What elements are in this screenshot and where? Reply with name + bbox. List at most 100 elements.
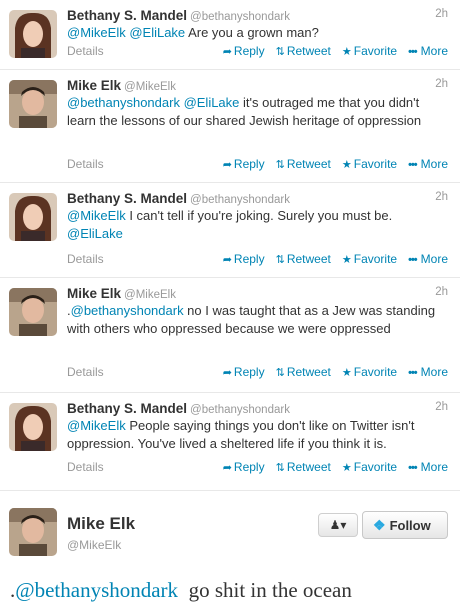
profile-header: Mike Elk @MikeElk ♟▾ ❖ Follow .@bethanysh… <box>0 496 460 608</box>
more-button[interactable]: ••• More <box>408 365 448 379</box>
tweet-header: Mike Elk @MikeElk 2h <box>67 77 448 95</box>
favorite-button[interactable]: ★ Favorite <box>342 157 397 171</box>
tweet-header: Bethany S. Mandel @bethanyshondark 2h <box>67 190 448 208</box>
mention-link[interactable]: @MikeElk <box>67 208 126 223</box>
retweet-button[interactable]: ⇅ Retweet <box>276 365 331 379</box>
author-name[interactable]: Mike Elk <box>67 78 121 93</box>
details-link[interactable]: Details <box>67 365 104 379</box>
tweet-text-segment: Are you a grown man? <box>185 25 319 40</box>
tweet-text-segment: I can't tell if you're joking. Surely yo… <box>125 208 393 223</box>
reply-label: Reply <box>233 460 265 474</box>
profile-name[interactable]: Mike Elk <box>67 514 135 534</box>
more-button[interactable]: ••• More <box>408 157 448 171</box>
mention-link[interactable]: @MikeElk <box>67 418 126 433</box>
tweet-timestamp[interactable]: 2h <box>435 191 448 203</box>
tweet-timestamp[interactable]: 2h <box>435 8 448 20</box>
reply-button[interactable]: ➦ Reply <box>223 252 265 266</box>
author-handle: @bethanyshondark <box>190 11 290 23</box>
follow-button[interactable]: ❖ Follow <box>362 511 448 539</box>
reply-arrow-icon: ➦ <box>222 254 232 266</box>
avatar[interactable] <box>9 80 57 128</box>
reply-button[interactable]: ➦ Reply <box>223 157 265 171</box>
main-tweet-text: .@bethanyshondark go shit in the ocean <box>10 578 455 603</box>
details-link[interactable]: Details <box>67 252 104 266</box>
more-label: More <box>420 44 448 58</box>
tweet-text: @MikeElk People saying things you don't … <box>67 417 448 452</box>
tweet[interactable]: Mike Elk @MikeElk 2h .@bethanyshondark no I… <box>0 278 460 393</box>
retweet-button[interactable]: ⇅ Retweet <box>276 460 331 474</box>
author-handle: @MikeElk <box>124 289 176 301</box>
details-link[interactable]: Details <box>67 460 104 474</box>
author-name[interactable]: Bethany S. Mandel <box>67 191 187 206</box>
profile-handle: @MikeElk <box>67 538 122 552</box>
avatar[interactable] <box>9 403 57 451</box>
retweet-icon: ⇅ <box>275 367 285 379</box>
reply-arrow-icon: ➦ <box>222 367 232 379</box>
tweet-footer: Details ➦ Reply ⇅ Retweet ★ Favorite ••• More <box>67 157 448 173</box>
reply-arrow-icon: ➦ <box>222 159 232 171</box>
retweet-button[interactable]: ⇅ Retweet <box>276 157 331 171</box>
mention-link[interactable]: @bethanyshondark <box>15 578 178 602</box>
twitter-bird-icon: ❖ <box>373 517 386 533</box>
tweet-footer: Details ➦ Reply ⇅ Retweet ★ Favorite ••• More <box>67 460 448 476</box>
reply-label: Reply <box>233 252 265 266</box>
retweet-button[interactable]: ⇅ Retweet <box>276 44 331 58</box>
retweet-label: Retweet <box>286 365 331 379</box>
tweet-timestamp[interactable]: 2h <box>435 401 448 413</box>
more-label: More <box>420 157 448 171</box>
reply-button[interactable]: ➦ Reply <box>223 44 265 58</box>
more-label: More <box>420 460 448 474</box>
favorite-button[interactable]: ★ Favorite <box>342 460 397 474</box>
author-name[interactable]: Bethany S. Mandel <box>67 8 187 23</box>
retweet-button[interactable]: ⇅ Retweet <box>276 252 331 266</box>
retweet-label: Retweet <box>286 252 331 266</box>
user-dropdown-button[interactable]: ♟▾ <box>318 513 358 537</box>
mention-link[interactable]: @bethanyshondark <box>67 95 180 110</box>
tweet-actions: ➦ Reply ⇅ Retweet ★ Favorite ••• More <box>212 252 448 266</box>
favorite-label: Favorite <box>353 157 398 171</box>
mention-link[interactable]: @EliLake <box>67 226 123 241</box>
retweet-icon: ⇅ <box>275 46 285 58</box>
mention-link[interactable]: @bethanyshondark <box>71 303 184 318</box>
avatar[interactable] <box>9 193 57 241</box>
avatar[interactable] <box>9 508 57 556</box>
tweet-timestamp[interactable]: 2h <box>435 286 448 298</box>
tweet[interactable]: Bethany S. Mandel @bethanyshondark 2h @Mike… <box>0 0 460 70</box>
more-dots-icon: ••• <box>408 254 418 266</box>
reply-button[interactable]: ➦ Reply <box>223 365 265 379</box>
tweet-footer: Details ➦ Reply ⇅ Retweet ★ Favorite ••• More <box>67 365 448 381</box>
author-name[interactable]: Mike Elk <box>67 286 121 301</box>
favorite-button[interactable]: ★ Favorite <box>342 44 397 58</box>
reply-label: Reply <box>233 157 265 171</box>
tweet-text: @MikeElk I can't tell if you're joking. … <box>67 207 448 242</box>
more-dots-icon: ••• <box>408 159 418 171</box>
author-name[interactable]: Bethany S. Mandel <box>67 401 187 416</box>
details-link[interactable]: Details <box>67 44 104 58</box>
reply-button[interactable]: ➦ Reply <box>223 460 265 474</box>
star-icon: ★ <box>341 254 352 266</box>
tweet[interactable]: Bethany S. Mandel @bethanyshondark 2h @Mike… <box>0 183 460 278</box>
tweet-header: Bethany S. Mandel @bethanyshondark 2h <box>67 7 448 25</box>
retweet-label: Retweet <box>286 460 331 474</box>
favorite-button[interactable]: ★ Favorite <box>342 365 397 379</box>
more-button[interactable]: ••• More <box>408 44 448 58</box>
details-link[interactable]: Details <box>67 157 104 171</box>
more-button[interactable]: ••• More <box>408 252 448 266</box>
star-icon: ★ <box>341 462 352 474</box>
tweet[interactable]: Bethany S. Mandel @bethanyshondark 2h @Mike… <box>0 393 460 491</box>
tweet-text: .@bethanyshondark no I was taught that a… <box>67 302 448 337</box>
mention-link[interactable]: @MikeElk <box>67 25 126 40</box>
mention-link[interactable]: @EliLake <box>129 25 185 40</box>
more-button[interactable]: ••• More <box>408 460 448 474</box>
favorite-button[interactable]: ★ Favorite <box>342 252 397 266</box>
star-icon: ★ <box>341 367 352 379</box>
more-dots-icon: ••• <box>408 46 418 58</box>
tweet[interactable]: Mike Elk @MikeElk 2h @bethanyshondark @EliL… <box>0 70 460 183</box>
user-dropdown-icon: ♟▾ <box>329 518 347 532</box>
tweet-timestamp[interactable]: 2h <box>435 78 448 90</box>
avatar[interactable] <box>9 10 57 58</box>
star-icon: ★ <box>341 159 352 171</box>
avatar[interactable] <box>9 288 57 336</box>
mention-link[interactable]: @EliLake <box>184 95 240 110</box>
reply-label: Reply <box>233 44 265 58</box>
